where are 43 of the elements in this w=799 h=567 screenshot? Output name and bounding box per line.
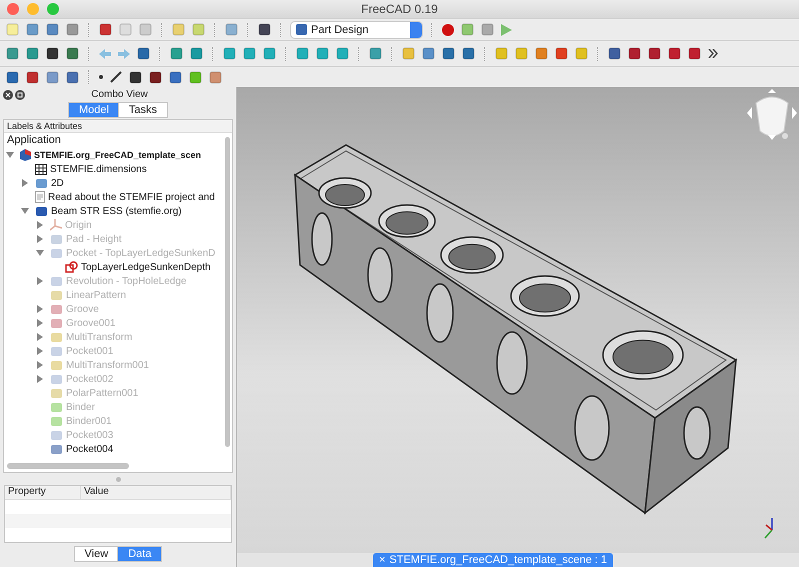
workbench-dropdown[interactable]: Part Design [291, 22, 422, 38]
panel-tab[interactable]: Data [118, 547, 162, 561]
splitter-handle[interactable] [116, 476, 120, 482]
table-icon [35, 164, 47, 174]
expanded-arrow-icon[interactable] [6, 151, 14, 159]
tree-item[interactable]: STEMFIE.dimensions [50, 164, 147, 174]
document-cube-icon [20, 149, 31, 161]
scrollbar[interactable] [225, 137, 230, 447]
tree-header: Labels & Attributes [4, 120, 232, 133]
panel-title: Combo View [91, 89, 148, 100]
axis-indicator-drawing [764, 518, 773, 538]
point-icon[interactable] [99, 75, 103, 79]
tree-root-label: Application [6, 133, 62, 148]
play-icon[interactable] [501, 24, 512, 36]
collapsed-arrow-icon[interactable] [21, 179, 29, 187]
tree-item[interactable]: 2D [51, 178, 64, 188]
column-header: Value [81, 486, 231, 499]
document-tab-label: STEMFIE.org_FreeCAD_template_scene : 1 [389, 554, 608, 566]
zoom-button[interactable] [47, 3, 59, 15]
close-icon[interactable] [3, 90, 13, 100]
panel-tab[interactable]: View [74, 547, 118, 561]
line-icon[interactable] [110, 71, 122, 83]
workbench-value: Part Design [311, 24, 368, 36]
more-chevron-icon[interactable] [708, 49, 718, 58]
undock-icon[interactable] [15, 90, 25, 100]
panel-tab[interactable]: Model [68, 103, 119, 117]
document-tab[interactable]: × STEMFIE.org_FreeCAD_template_scene : 1 [372, 553, 614, 567]
close-button[interactable] [7, 3, 19, 15]
scrollbar[interactable] [7, 463, 129, 469]
tree-item[interactable]: Pocket004 [66, 444, 114, 454]
tree-item[interactable]: Beam STR ESS (stemfie.org) [51, 206, 182, 216]
panel-tab[interactable]: Tasks [118, 103, 168, 117]
record-icon[interactable] [442, 24, 454, 36]
column-header: Property [5, 486, 81, 499]
navigation-cube-drawing[interactable] [747, 89, 797, 140]
text-page-icon [35, 191, 45, 203]
close-icon[interactable]: × [378, 554, 386, 566]
tree-item[interactable]: Read about the STEMFIE project and [48, 192, 215, 202]
stop-icon[interactable] [461, 23, 474, 36]
axes-icon [50, 219, 62, 231]
expanded-arrow-icon[interactable] [21, 207, 29, 215]
tree-item[interactable]: STEMFIE.org_FreeCAD_template_scen [34, 150, 202, 160]
window-title: FreeCAD 0.19 [361, 2, 438, 16]
